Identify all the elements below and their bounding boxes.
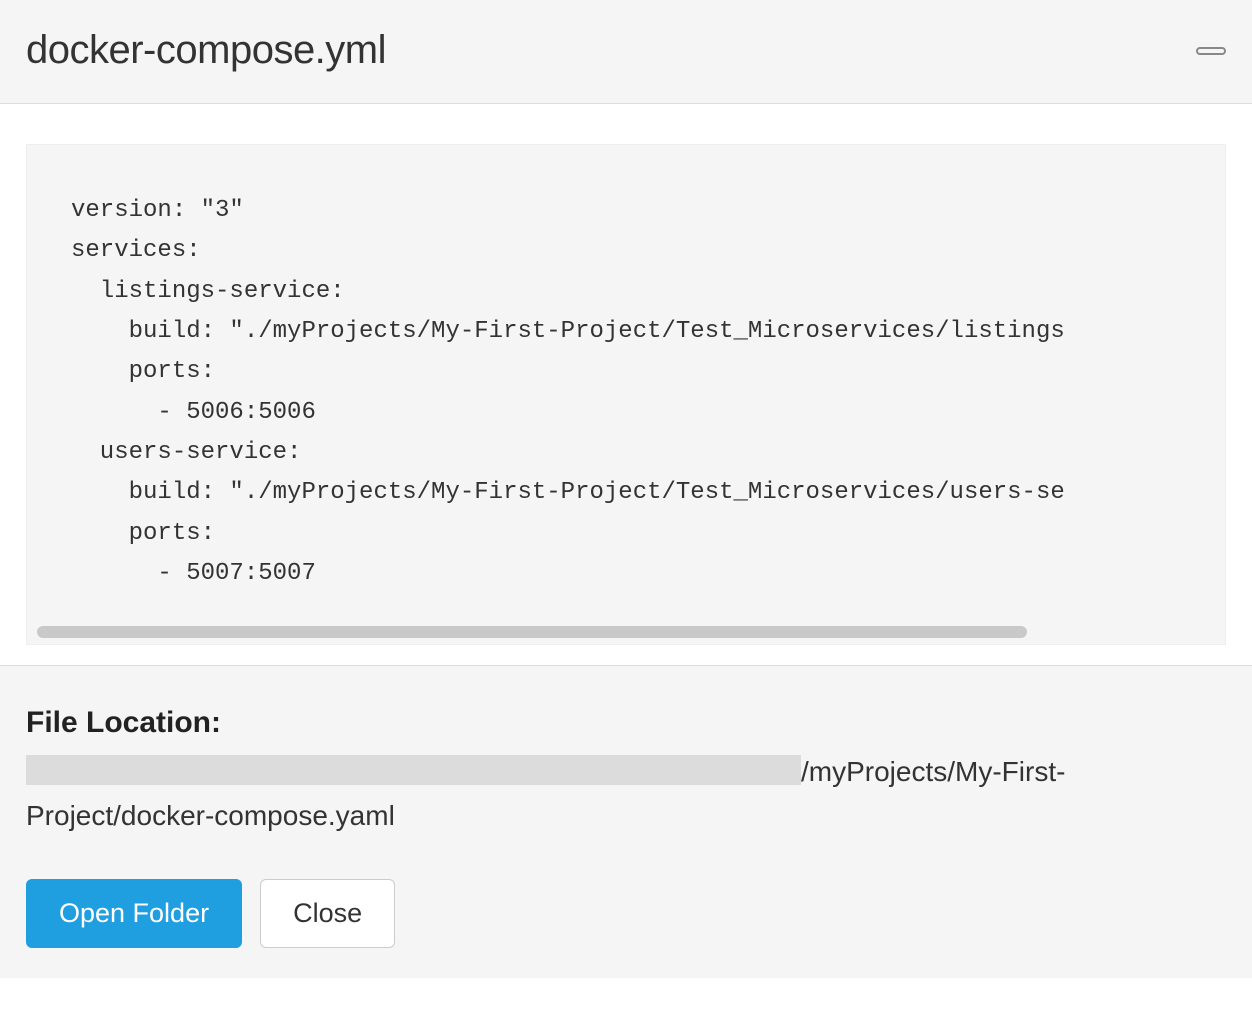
horizontal-scrollbar-track[interactable] [37, 626, 1215, 638]
open-folder-button[interactable]: Open Folder [26, 879, 242, 948]
button-row: Open Folder Close [26, 879, 1226, 948]
file-location-label: File Location: [26, 706, 1226, 740]
code-text: version: "3" services: listings-service:… [27, 191, 1225, 594]
code-block: version: "3" services: listings-service:… [26, 144, 1226, 645]
modal-content: version: "3" services: listings-service:… [0, 104, 1252, 665]
collapse-icon[interactable] [1196, 47, 1226, 55]
modal-footer: File Location: /myProjects/My-First-Proj… [0, 665, 1252, 978]
modal-header: docker-compose.yml [0, 0, 1252, 104]
horizontal-scrollbar-thumb[interactable] [37, 626, 1027, 638]
file-location-path: /myProjects/My-First-Project/docker-comp… [26, 750, 1226, 837]
close-button[interactable]: Close [260, 879, 395, 948]
modal-title: docker-compose.yml [26, 28, 386, 73]
redacted-path-prefix [26, 755, 801, 785]
